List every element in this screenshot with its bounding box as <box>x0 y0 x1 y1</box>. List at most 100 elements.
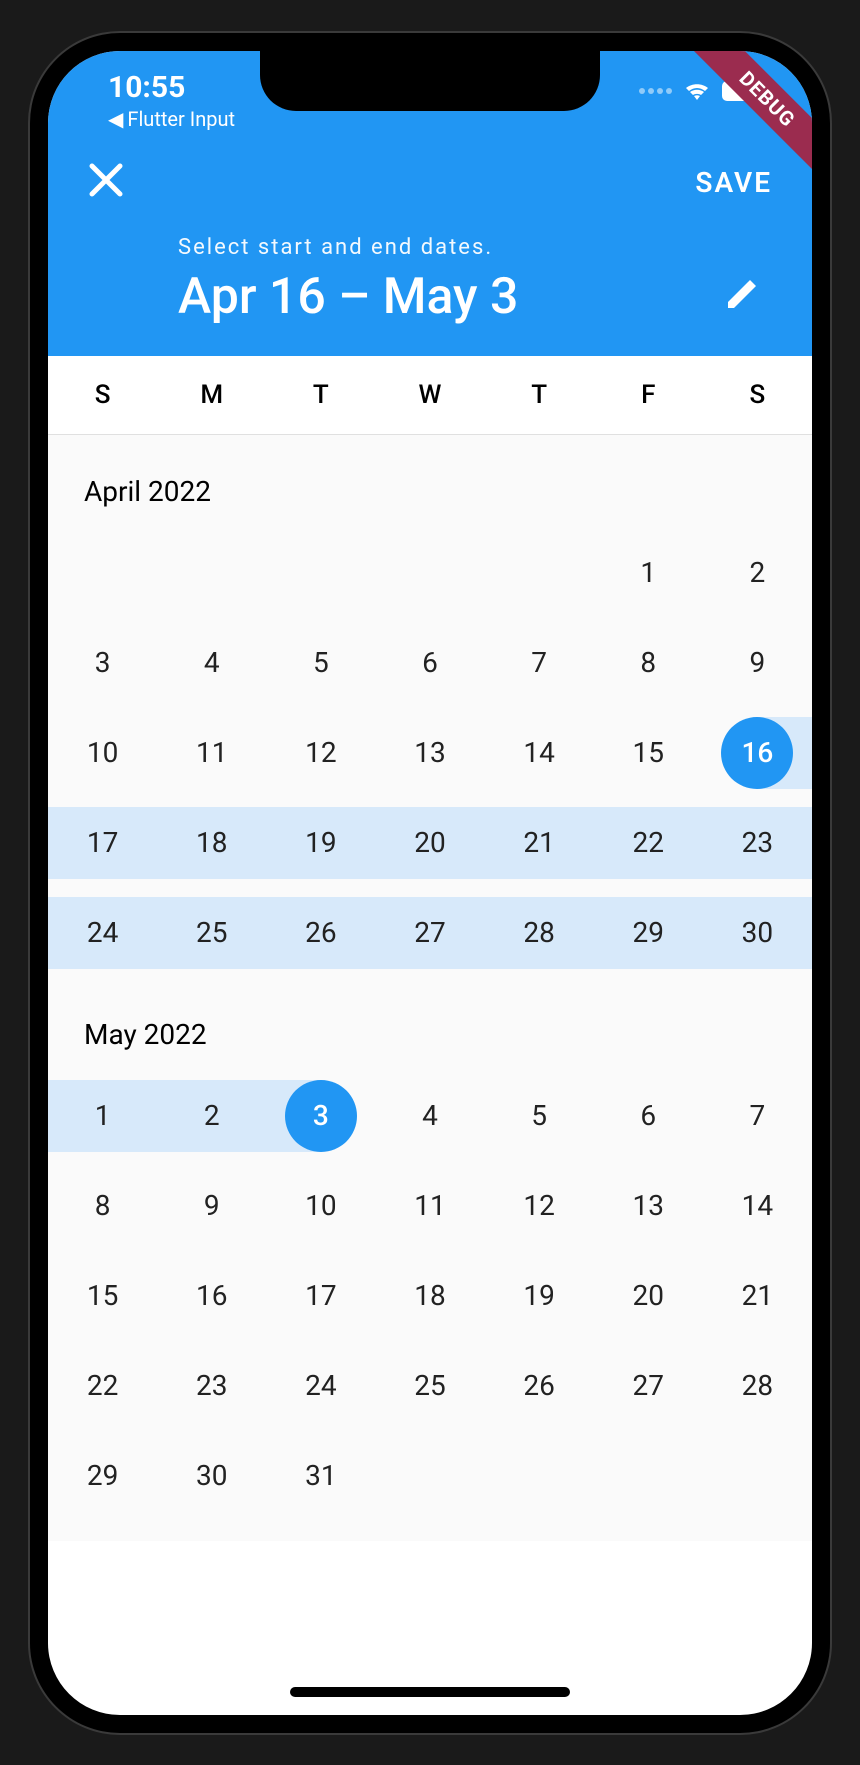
empty-cell <box>157 528 266 618</box>
day-cell[interactable]: 25 <box>157 888 266 978</box>
empty-cell <box>48 528 157 618</box>
day-cell[interactable]: 19 <box>266 798 375 888</box>
range-title: Apr 16 – May 3 <box>178 268 518 326</box>
day-cell[interactable]: 30 <box>157 1431 266 1521</box>
day-number: 31 <box>305 1459 336 1492</box>
day-number: 2 <box>204 1099 220 1132</box>
day-number: 21 <box>742 1279 773 1312</box>
day-cell[interactable]: 9 <box>157 1161 266 1251</box>
day-cell[interactable]: 18 <box>375 1251 484 1341</box>
day-cell[interactable]: 16 <box>157 1251 266 1341</box>
save-button[interactable]: SAVE <box>695 166 772 199</box>
day-cell[interactable]: 11 <box>375 1161 484 1251</box>
empty-cell <box>266 528 375 618</box>
day-cell[interactable]: 29 <box>48 1431 157 1521</box>
day-number: 13 <box>633 1189 664 1222</box>
day-cell[interactable]: 8 <box>594 618 703 708</box>
day-number: 7 <box>750 1099 766 1132</box>
week-row: 22 23 24 25262728 <box>48 1341 812 1431</box>
day-cell[interactable]: 10 <box>266 1161 375 1251</box>
day-cell[interactable]: 21 <box>485 798 594 888</box>
day-cell[interactable]: 28 <box>485 888 594 978</box>
day-number: 6 <box>422 646 438 679</box>
day-cell[interactable]: 3 <box>48 618 157 708</box>
day-cell[interactable]: 10 <box>48 708 157 798</box>
toolbar: SAVE <box>48 131 812 215</box>
week-row: 17 18 19 20 21 22 23 <box>48 798 812 888</box>
day-cell[interactable]: 1 <box>594 528 703 618</box>
day-cell[interactable]: 13 <box>594 1161 703 1251</box>
close-button[interactable] <box>88 161 124 205</box>
day-cell[interactable]: 6 <box>594 1071 703 1161</box>
day-cell[interactable]: 24 <box>48 888 157 978</box>
day-cell[interactable]: 17 <box>48 798 157 888</box>
day-cell[interactable]: 24 <box>266 1341 375 1431</box>
day-cell[interactable]: 26 <box>266 888 375 978</box>
day-cell[interactable]: 23 <box>157 1341 266 1431</box>
day-cell[interactable]: 13 <box>375 708 484 798</box>
day-cell[interactable]: 26 <box>485 1341 594 1431</box>
day-number: 16 <box>196 1279 227 1312</box>
edit-button[interactable] <box>722 274 762 318</box>
day-cell[interactable]: 15 <box>48 1251 157 1341</box>
day-number: 14 <box>523 736 554 769</box>
day-cell[interactable]: 30 <box>703 888 812 978</box>
day-cell[interactable]: 27 <box>594 1341 703 1431</box>
day-number: 23 <box>742 826 773 859</box>
day-cell[interactable]: 29 <box>594 888 703 978</box>
day-number: 5 <box>531 1099 547 1132</box>
day-number: 19 <box>305 826 336 859</box>
status-time: 10:55 <box>108 70 235 105</box>
day-cell[interactable]: 18 <box>157 798 266 888</box>
day-cell[interactable]: 8 <box>48 1161 157 1251</box>
day-cell[interactable]: 3 <box>266 1071 375 1161</box>
day-cell[interactable]: 4 <box>375 1071 484 1161</box>
day-cell[interactable]: 11 <box>157 708 266 798</box>
day-cell[interactable]: 15 <box>594 708 703 798</box>
home-indicator[interactable] <box>290 1687 570 1697</box>
day-number: 11 <box>196 736 227 769</box>
day-cell[interactable]: 20 <box>594 1251 703 1341</box>
weekday-1: M <box>157 356 266 434</box>
day-cell[interactable]: 2 <box>157 1071 266 1161</box>
day-number: 23 <box>196 1369 227 1402</box>
day-number: 18 <box>196 826 227 859</box>
day-cell[interactable]: 12 <box>485 1161 594 1251</box>
day-cell[interactable]: 19 <box>485 1251 594 1341</box>
day-cell[interactable]: 5 <box>485 1071 594 1161</box>
calendar-body[interactable]: April 2022123456789101112131415161718192… <box>48 435 812 1541</box>
day-cell[interactable]: 28 <box>703 1341 812 1431</box>
month-block: May 202212345678910111213141516171819202… <box>48 978 812 1521</box>
day-cell[interactable]: 7 <box>485 618 594 708</box>
day-cell[interactable]: 7 <box>703 1071 812 1161</box>
day-number: 10 <box>305 1189 336 1222</box>
day-number: 9 <box>750 646 766 679</box>
day-number: 21 <box>523 826 554 859</box>
day-cell[interactable]: 31 <box>266 1431 375 1521</box>
day-number: 30 <box>196 1459 227 1492</box>
day-cell[interactable]: 4 <box>157 618 266 708</box>
day-number: 15 <box>87 1279 118 1312</box>
day-cell[interactable]: 25 <box>375 1341 484 1431</box>
day-cell[interactable]: 21 <box>703 1251 812 1341</box>
day-cell[interactable]: 17 <box>266 1251 375 1341</box>
day-cell[interactable]: 12 <box>266 708 375 798</box>
day-cell[interactable]: 23 <box>703 798 812 888</box>
day-cell[interactable]: 5 <box>266 618 375 708</box>
day-cell[interactable]: 14 <box>703 1161 812 1251</box>
day-cell[interactable]: 14 <box>485 708 594 798</box>
day-cell[interactable]: 16 <box>703 708 812 798</box>
day-cell[interactable]: 9 <box>703 618 812 708</box>
day-cell[interactable]: 22 <box>48 1341 157 1431</box>
weekday-3: W <box>375 356 484 434</box>
day-cell[interactable]: 22 <box>594 798 703 888</box>
day-cell[interactable]: 6 <box>375 618 484 708</box>
day-cell[interactable]: 2 <box>703 528 812 618</box>
week-row: 89 10 1112 13 14 <box>48 1161 812 1251</box>
back-to-app[interactable]: ◀ Flutter Input <box>108 107 235 131</box>
day-cell[interactable]: 1 <box>48 1071 157 1161</box>
day-number: 24 <box>305 1369 336 1402</box>
day-number: 3 <box>95 646 111 679</box>
day-cell[interactable]: 27 <box>375 888 484 978</box>
day-cell[interactable]: 20 <box>375 798 484 888</box>
